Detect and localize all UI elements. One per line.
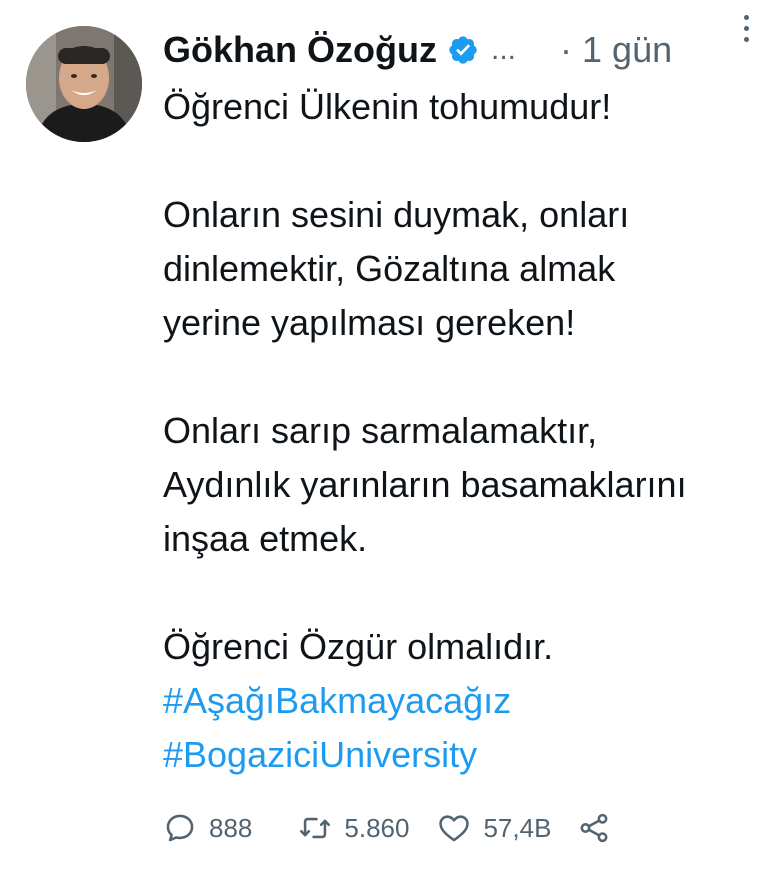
- more-vertical-icon[interactable]: [731, 8, 761, 48]
- name-truncation: ...: [491, 33, 517, 66]
- tweet-paragraph-3: Onları sarıp sarmalamaktır, Aydınlık yar…: [163, 410, 687, 559]
- time-separator: ·: [560, 29, 573, 70]
- avatar[interactable]: [26, 26, 142, 142]
- tweet-actions: 888 5.860 57,4B: [163, 806, 611, 850]
- author-name[interactable]: Gökhan Özoğuz: [163, 29, 437, 71]
- reply-count: 888: [209, 812, 253, 843]
- tweet-header: Gökhan Özoğuz ... · 1 gün: [163, 22, 757, 78]
- heart-icon: [439, 815, 470, 842]
- tweet-time[interactable]: · 1 gün: [560, 29, 672, 71]
- reply-icon: [166, 814, 194, 842]
- retweet-icon: [300, 817, 331, 839]
- tweet[interactable]: Gökhan Özoğuz ... · 1 gün Öğrenci Ülkeni…: [0, 0, 777, 874]
- time-label: 1 gün: [582, 29, 673, 70]
- retweet-count: 5.860: [344, 812, 410, 843]
- tweet-paragraph-4: Öğrenci Özgür olmalıdır.: [163, 626, 554, 667]
- tweet-paragraph-2: Onların sesini duymak, onları dinlemekti…: [163, 194, 630, 343]
- retweet-button[interactable]: 5.860: [298, 811, 409, 845]
- hashtag-link[interactable]: #BogaziciUniversity: [163, 728, 763, 782]
- tweet-paragraph-1: Öğrenci Ülkenin tohumudur!: [163, 86, 612, 127]
- hashtag-link[interactable]: #AşağıBakmayacağız: [163, 674, 763, 728]
- reply-button[interactable]: 888: [163, 811, 252, 845]
- tweet-text: Öğrenci Ülkenin tohumudur! Onların sesin…: [163, 80, 763, 782]
- like-count: 57,4B: [483, 812, 552, 843]
- like-button[interactable]: 57,4B: [437, 811, 551, 845]
- share-icon: [580, 813, 608, 843]
- verified-badge-icon: [447, 34, 479, 66]
- avatar-photo: [26, 26, 142, 142]
- share-button[interactable]: [577, 811, 611, 845]
